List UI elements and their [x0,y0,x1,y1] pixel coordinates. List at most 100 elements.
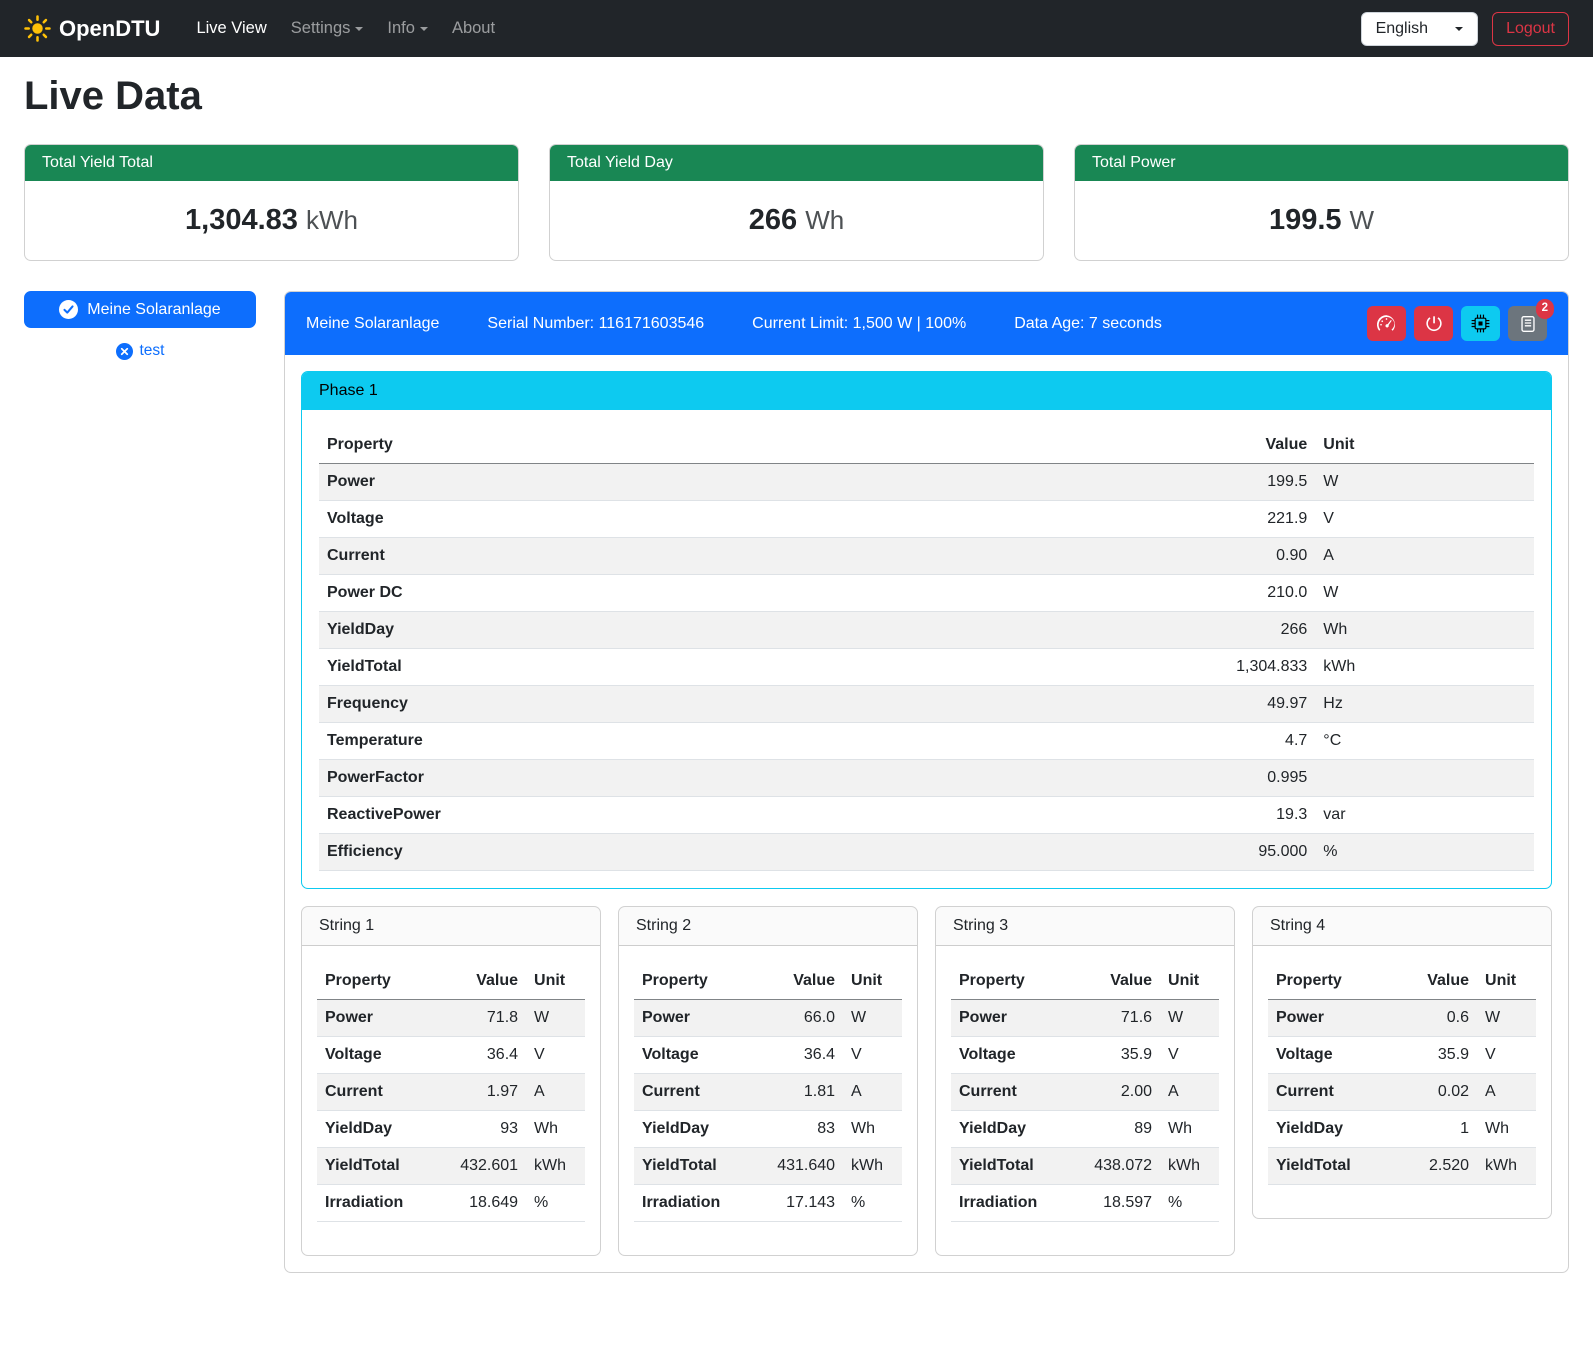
property-cell: Voltage [319,501,1170,538]
string-table: Property Value Unit Power66.0WVoltage36.… [634,963,902,1222]
inverter-serial: Serial Number: 116171603546 [487,315,704,333]
unit-cell: V [1315,501,1534,538]
table-row: Voltage36.4V [317,1037,585,1074]
table-row: Temperature4.7°C [319,723,1534,760]
table-row: YieldDay89Wh [951,1111,1219,1148]
table-row: Voltage221.9V [319,501,1534,538]
brand[interactable]: OpenDTU [24,15,160,42]
sidebar-inverter-button[interactable]: Meine Solaranlage [24,291,256,328]
value-cell: 0.6 [1389,1000,1477,1037]
table-row: Power71.8W [317,1000,585,1037]
table-header-row: Property Value Unit [634,963,902,1000]
logout-button[interactable]: Logout [1492,12,1569,46]
table-header-row: Property Value Unit [317,963,585,1000]
property-cell: Irradiation [317,1185,438,1222]
value-cell: 438.072 [1072,1148,1160,1185]
string-card-title: String 3 [936,907,1234,946]
table-row: Voltage35.9V [1268,1037,1536,1074]
col-property: Property [1268,963,1389,1000]
table-row: YieldDay83Wh [634,1111,902,1148]
strings-row: String 1 Property Value Unit [301,906,1552,1256]
table-row: Current2.00A [951,1074,1219,1111]
property-cell: YieldTotal [951,1148,1072,1185]
value-cell: 2.00 [1072,1074,1160,1111]
value-cell: 0.995 [1170,760,1316,797]
table-row: YieldDay93Wh [317,1111,585,1148]
value-cell: 1,304.833 [1170,649,1316,686]
phase-card: Phase 1 Property Value Unit P [301,371,1552,889]
string-table: Property Value Unit Power71.8WVoltage36.… [317,963,585,1222]
value-cell: 4.7 [1170,723,1316,760]
summary-card-body: 266Wh [550,181,1043,260]
x-circle-icon [116,343,133,360]
table-row: ReactivePower19.3var [319,797,1534,834]
summary-value: 199.5 [1269,204,1342,236]
value-cell: 36.4 [755,1037,843,1074]
unit-cell: W [1315,575,1534,612]
property-cell: YieldDay [1268,1111,1389,1148]
unit-cell: V [526,1037,585,1074]
power-button[interactable] [1414,306,1453,341]
value-cell: 432.601 [438,1148,526,1185]
value-cell: 2.520 [1389,1148,1477,1185]
inverter-panel: Meine Solaranlage Serial Number: 1161716… [284,291,1569,1273]
inverter-data-age: Data Age: 7 seconds [1014,315,1162,333]
property-cell: YieldDay [319,612,1170,649]
language-select[interactable]: English [1361,12,1478,46]
value-cell: 0.90 [1170,538,1316,575]
value-cell: 0.02 [1389,1074,1477,1111]
device-info-button[interactable] [1461,306,1500,341]
value-cell: 93 [438,1111,526,1148]
unit-cell: kWh [1160,1148,1219,1185]
table-row: YieldDay1Wh [1268,1111,1536,1148]
property-cell: YieldDay [634,1111,755,1148]
property-cell: YieldDay [317,1111,438,1148]
summary-card-title: Total Yield Day [550,145,1043,181]
unit-cell: A [1160,1074,1219,1111]
unit-cell: kWh [1315,649,1534,686]
nav-settings[interactable]: Settings [279,11,376,46]
unit-cell: W [1477,1000,1536,1037]
unit-cell: V [843,1037,902,1074]
value-cell: 19.3 [1170,797,1316,834]
value-cell: 18.597 [1072,1185,1160,1222]
property-cell: Power DC [319,575,1170,612]
event-log-button[interactable]: 2 [1508,306,1547,341]
summary-card-body: 199.5W [1075,181,1568,260]
limit-settings-button[interactable] [1367,306,1406,341]
table-row: Voltage36.4V [634,1037,902,1074]
property-cell: Current [951,1074,1072,1111]
property-cell: Power [634,1000,755,1037]
value-cell: 431.640 [755,1148,843,1185]
nav-about[interactable]: About [440,11,507,46]
nav-info[interactable]: Info [375,11,440,46]
sidebar-test-link[interactable]: test [24,342,256,360]
brand-label: OpenDTU [59,16,160,42]
table-row: YieldTotal432.601kWh [317,1148,585,1185]
string-card-4: String 4 Property Value Unit [1252,906,1552,1219]
value-cell: 221.9 [1170,501,1316,538]
string-card-1: String 1 Property Value Unit [301,906,601,1256]
sidebar-test-label: test [140,342,165,360]
string-card-title: String 1 [302,907,600,946]
value-cell: 199.5 [1170,464,1316,501]
chevron-down-icon [355,27,363,31]
nav-live-view[interactable]: Live View [184,11,278,46]
unit-cell: % [526,1185,585,1222]
property-cell: Current [634,1074,755,1111]
chevron-down-icon [420,27,428,31]
table-row: Efficiency95.000% [319,834,1534,871]
col-unit: Unit [1160,963,1219,1000]
page-title: Live Data [24,74,1569,119]
table-row: Power66.0W [634,1000,902,1037]
summary-card-yield-day: Total Yield Day 266Wh [549,144,1044,261]
value-cell: 1 [1389,1111,1477,1148]
table-row: Irradiation18.649% [317,1185,585,1222]
property-cell: Power [951,1000,1072,1037]
unit-cell: Wh [1477,1111,1536,1148]
string-card-title: String 2 [619,907,917,946]
property-cell: PowerFactor [319,760,1170,797]
col-property: Property [317,963,438,1000]
journal-list-icon [1519,315,1537,333]
table-row: Current0.02A [1268,1074,1536,1111]
